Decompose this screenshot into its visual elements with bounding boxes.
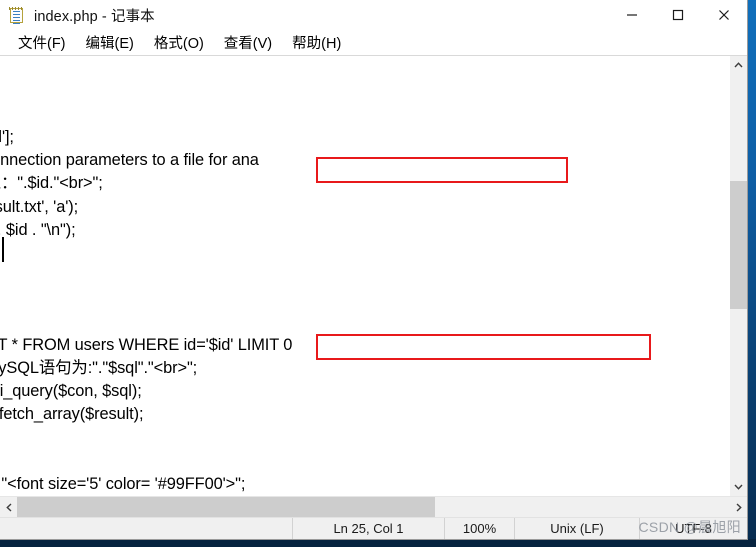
code-line: echo "<font size='5' color= '#99FF00'>"; bbox=[1, 474, 246, 493]
chevron-down-icon bbox=[734, 484, 743, 490]
status-encoding[interactable]: UTF-8 bbox=[639, 518, 747, 539]
title-bar[interactable]: index.php - 记事本 bbox=[0, 0, 747, 30]
code-line: fwrite($fp, 'ID:' . $id . "\n"); bbox=[0, 220, 76, 239]
code-line: // take the variables bbox=[0, 80, 292, 103]
code-line: //logging the connection parameters to a… bbox=[0, 151, 259, 170]
chevron-right-icon bbox=[736, 502, 742, 512]
text-caret bbox=[2, 237, 4, 262]
code-line: $fp = fopen('result.txt', 'a'); bbox=[0, 197, 79, 216]
notepad-icon bbox=[9, 6, 26, 24]
scroll-down-button[interactable] bbox=[730, 478, 747, 496]
status-line-ending[interactable]: Unix (LF) bbox=[514, 518, 639, 539]
code-line: if (isset($_GET['id'])) { bbox=[0, 103, 292, 126]
code-line: error_reporting(0); bbox=[0, 57, 292, 80]
maximize-button[interactable] bbox=[655, 0, 701, 30]
chevron-up-icon bbox=[734, 62, 743, 68]
menu-help[interactable]: 帮助(H) bbox=[282, 32, 351, 53]
code-line: $row = mysqli_fetch_array($result); bbox=[0, 405, 144, 424]
editor-area[interactable]: error_reporting(0); // take the variable… bbox=[0, 55, 747, 496]
code-line: echo "执行的MySQL语句为:"."$sql"."<br>"; bbox=[0, 359, 198, 378]
text-viewport[interactable]: error_reporting(0); // take the variable… bbox=[0, 56, 729, 496]
status-bar: Ln 25, Col 1 100% Unix (LF) UTF-8 bbox=[0, 517, 747, 539]
menu-edit[interactable]: 编辑(E) bbox=[76, 32, 144, 53]
code-line: $result = mysqli_query($con, $sql); bbox=[0, 382, 142, 401]
notepad-window: index.php - 记事本 文件(F) 编辑(E) 格式(O) 查看(V) … bbox=[0, 0, 748, 540]
code-line: fclose($fp); bbox=[0, 242, 292, 265]
menu-view[interactable]: 查看(V) bbox=[214, 32, 282, 53]
chevron-left-icon bbox=[5, 502, 11, 512]
scroll-right-button[interactable] bbox=[730, 497, 747, 517]
minimize-button[interactable] bbox=[609, 0, 655, 30]
menu-bar: 文件(F) 编辑(E) 格式(O) 查看(V) 帮助(H) bbox=[0, 30, 747, 55]
scroll-left-button[interactable] bbox=[0, 497, 17, 517]
menu-format[interactable]: 格式(O) bbox=[144, 32, 214, 53]
code-line: echo "有效输入：".$id."<br>"; bbox=[0, 174, 103, 193]
status-cursor-position: Ln 25, Col 1 bbox=[292, 518, 444, 539]
menu-file[interactable]: 文件(F) bbox=[8, 32, 76, 53]
status-zoom-level[interactable]: 100% bbox=[444, 518, 514, 539]
window-controls bbox=[609, 0, 747, 30]
maximize-icon bbox=[672, 9, 684, 21]
minimize-icon bbox=[627, 14, 637, 16]
horizontal-scroll-thumb[interactable] bbox=[17, 497, 435, 517]
code-text[interactable]: error_reporting(0); // take the variable… bbox=[0, 57, 292, 496]
code-line: $sql = "SELECT * FROM users WHERE id='$i… bbox=[0, 336, 293, 355]
close-icon bbox=[719, 10, 729, 20]
annotation-box-valid-input bbox=[316, 157, 568, 183]
window-title: index.php - 记事本 bbox=[34, 8, 155, 25]
close-button[interactable] bbox=[701, 0, 747, 30]
taskbar bbox=[0, 539, 756, 547]
horizontal-scrollbar[interactable] bbox=[0, 496, 747, 517]
scroll-up-button[interactable] bbox=[730, 56, 747, 74]
vertical-scroll-thumb[interactable] bbox=[730, 181, 747, 309]
vertical-scrollbar[interactable] bbox=[729, 56, 747, 496]
code-line: if ($row) { bbox=[0, 450, 292, 473]
code-line: // connectivity bbox=[0, 288, 292, 311]
code-line: $id = $_GET['id']; bbox=[0, 128, 14, 147]
annotation-box-sql-echo bbox=[316, 334, 651, 360]
